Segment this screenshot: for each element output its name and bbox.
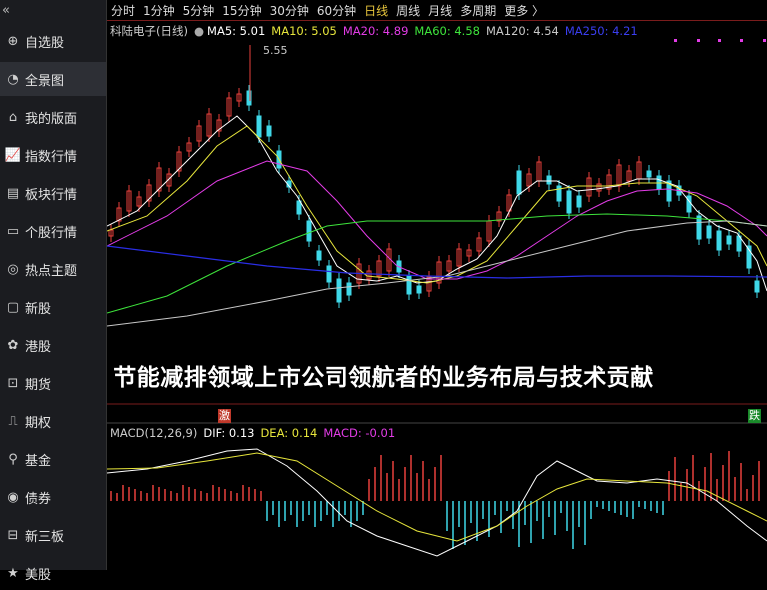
plus-circle-icon: ⊕ <box>7 33 19 49</box>
tab-8[interactable]: 月线 <box>424 2 456 19</box>
us-stock-icon: ★ <box>7 565 19 581</box>
dif-line <box>107 448 767 557</box>
bond-icon: ◉ <box>7 489 19 505</box>
dea-label: DEA: 0.14 <box>260 426 318 440</box>
tab-2[interactable]: 5分钟 <box>179 2 219 19</box>
options-icon: ⎍ <box>8 413 18 429</box>
candle-body <box>754 280 760 293</box>
sidebar-item-label: 个股行情 <box>25 225 78 241</box>
candle-body <box>556 185 562 202</box>
candle-body <box>726 235 732 245</box>
sidebar: « ⊕ 自选股 ◔ 全景图 ⌂ 我的版面 📈 指数行情 ▤ 板块行情 ▭ 个股行情 ◎ 热点主题 ▢ 新股 ✿ 港… <box>0 0 107 583</box>
tab-9[interactable]: 多周期 <box>456 2 500 19</box>
candle-body <box>306 220 312 242</box>
sidebar-item-label: 美股 <box>25 567 52 583</box>
sidebar-item-3[interactable]: 📈 指数行情 <box>0 138 106 172</box>
blocks-icon: ▤ <box>6 185 20 201</box>
candle-body <box>646 170 652 178</box>
home-icon: ⌂ <box>8 109 18 125</box>
tab-0[interactable]: 分时 <box>107 2 139 19</box>
macd-legend: MACD(12,26,9) DIF: 0.13 DEA: 0.14 MACD: … <box>110 426 401 440</box>
candle-body <box>336 278 342 303</box>
candle-body <box>576 195 582 208</box>
sidebar-item-label: 板块行情 <box>25 187 78 203</box>
ma20-line <box>107 160 767 280</box>
macd-value-label: MACD: -0.01 <box>323 426 396 440</box>
dif-label: DIF: 0.13 <box>203 426 255 440</box>
double-chevron-left-icon[interactable]: « <box>2 2 22 20</box>
macd-title[interactable]: MACD(12,26,9) <box>110 426 197 440</box>
sidebar-item-5[interactable]: ▭ 个股行情 <box>0 214 106 248</box>
kline-chart[interactable]: 5.55 <box>107 21 767 570</box>
bag-icon: ▢ <box>6 299 20 315</box>
tab-1[interactable]: 1分钟 <box>139 2 179 19</box>
line-chart-icon: 📈 <box>4 147 22 163</box>
candle-body <box>416 285 422 294</box>
bauhinia-icon: ✿ <box>7 337 19 353</box>
sidebar-item-6[interactable]: ◎ 热点主题 <box>0 252 106 286</box>
peak-label: 5.55 <box>263 44 288 57</box>
marker-dot <box>697 39 700 42</box>
sidebar-item-label: 热点主题 <box>25 263 78 279</box>
candle-body <box>256 115 262 138</box>
candle-body <box>516 170 522 195</box>
candle-body <box>716 230 722 251</box>
panorama-icon: ◔ <box>7 71 19 87</box>
sidebar-item-label: 期权 <box>25 415 52 431</box>
tab-5[interactable]: 60分钟 <box>313 2 360 19</box>
monitor-icon: ▭ <box>6 223 20 239</box>
sidebar-item-11[interactable]: ⚲ 基金 <box>0 442 106 476</box>
tab-10[interactable]: 更多 〉 <box>500 2 548 19</box>
marker-dot <box>674 39 677 42</box>
sidebar-item-label: 港股 <box>25 339 52 355</box>
sidebar-item-12[interactable]: ◉ 债券 <box>0 480 106 514</box>
dea-line <box>107 452 767 542</box>
sidebar-item-label: 我的版面 <box>25 111 78 127</box>
sidebar-item-8[interactable]: ✿ 港股 <box>0 328 106 362</box>
sidebar-item-2[interactable]: ⌂ 我的版面 <box>0 100 106 134</box>
sidebar-item-label: 新三板 <box>25 529 65 545</box>
sidebar-item-label: 基金 <box>25 453 52 469</box>
candle-body <box>346 282 352 296</box>
target-icon: ◎ <box>7 261 19 277</box>
candle-body <box>686 195 692 213</box>
sidebar-item-0[interactable]: ⊕ 自选股 <box>0 24 106 58</box>
sidebar-item-10[interactable]: ⎍ 期权 <box>0 404 106 438</box>
sidebar-item-label: 自选股 <box>25 35 65 51</box>
candle-body <box>266 125 272 137</box>
sidebar-item-7[interactable]: ▢ 新股 <box>0 290 106 324</box>
sidebar-item-label: 债券 <box>25 491 52 507</box>
period-tabs: 分时 1分钟 5分钟 15分钟 30分钟 60分钟 日线 周线 月线 多周期 更多 〉 <box>107 0 767 20</box>
fund-icon: ⚲ <box>8 451 18 467</box>
badge-right: 跌 <box>748 409 761 423</box>
three-board-icon: ⊟ <box>7 527 19 543</box>
tab-6[interactable]: 日线 <box>360 2 392 19</box>
sidebar-item-label: 全景图 <box>25 73 65 89</box>
candle-body <box>326 265 332 283</box>
sidebar-item-14[interactable]: ★ 美股 <box>0 556 106 590</box>
marker-dot <box>763 39 766 42</box>
candle-body <box>406 275 412 295</box>
sidebar-item-1[interactable]: ◔ 全景图 <box>0 62 106 96</box>
sidebar-item-4[interactable]: ▤ 板块行情 <box>0 176 106 210</box>
tab-3[interactable]: 15分钟 <box>218 2 265 19</box>
candle-body <box>706 225 712 239</box>
marker-dot <box>718 39 721 42</box>
ma10-line <box>107 125 767 284</box>
sidebar-item-13[interactable]: ⊟ 新三板 <box>0 518 106 552</box>
candle-body <box>316 250 322 261</box>
candle-body <box>546 175 552 185</box>
marker-dot <box>740 39 743 42</box>
sidebar-item-label: 指数行情 <box>25 149 78 165</box>
tab-4[interactable]: 30分钟 <box>266 2 313 19</box>
badge-left: 激 <box>218 409 231 423</box>
tab-7[interactable]: 周线 <box>392 2 424 19</box>
candle-body <box>566 190 572 214</box>
candle-body <box>696 215 702 240</box>
overlay-title: 节能减排领域上市公司领航者的业务布局与技术贡献 <box>113 365 654 391</box>
sidebar-item-label: 新股 <box>25 301 52 317</box>
